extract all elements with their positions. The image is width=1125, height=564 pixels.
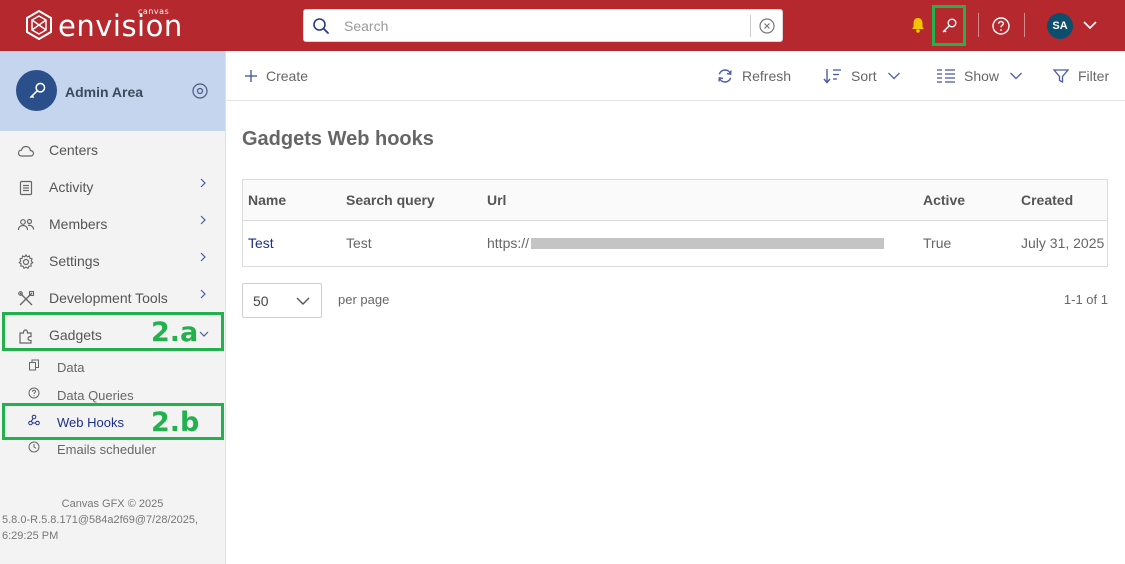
admin-key-button[interactable] — [932, 5, 966, 46]
sidebar-item-settings[interactable]: Settings — [0, 244, 225, 278]
cell-active: True — [923, 235, 952, 251]
clear-search-icon[interactable] — [758, 17, 776, 35]
page-size-value: 50 — [253, 293, 269, 309]
refresh-icon — [718, 69, 732, 83]
notifications-bell-icon[interactable] — [909, 16, 927, 34]
refresh-button[interactable]: Refresh — [716, 51, 791, 101]
header-divider — [978, 13, 979, 37]
cloud-icon — [17, 145, 35, 157]
chevron-right-icon — [200, 178, 206, 188]
show-dropdown[interactable]: Show — [936, 51, 1023, 101]
tools-icon — [18, 290, 35, 306]
envision-logo[interactable]: canvas envision — [24, 7, 184, 44]
build-time-text: 6:29:25 PM — [2, 530, 59, 542]
column-header-url[interactable]: Url — [487, 192, 506, 208]
webhooks-table: Name Search query Url Active Created Tes… — [242, 179, 1108, 267]
filter-button[interactable]: Filter — [1052, 51, 1109, 101]
top-bar: canvas envision SA — [0, 0, 1125, 51]
sidebar-item-label: Settings — [49, 253, 100, 269]
plus-icon — [245, 70, 257, 82]
create-button[interactable]: Create — [244, 51, 308, 101]
chevron-right-icon — [200, 252, 206, 262]
filter-icon — [1052, 69, 1070, 84]
chevron-right-icon — [200, 215, 206, 225]
page-title: Gadgets Web hooks — [242, 128, 434, 150]
annotation-callout-2b: 2.b — [151, 407, 200, 438]
target-icon[interactable] — [191, 82, 209, 100]
cell-search-query: Test — [346, 235, 372, 251]
sort-icon — [823, 69, 841, 84]
columns-icon — [937, 69, 955, 83]
filter-label: Filter — [1078, 68, 1110, 84]
brand-name: envision — [58, 9, 183, 43]
cell-created: July 31, 2025 — [1021, 235, 1105, 251]
refresh-label: Refresh — [742, 68, 792, 84]
search-box — [303, 9, 783, 42]
table-header: Name Search query Url Active Created — [243, 180, 1107, 221]
version-text: 5.8.0-R.5.8.171@584a2f69@7/28/2025, — [2, 514, 199, 526]
column-header-created[interactable]: Created — [1021, 192, 1073, 208]
annotation-callout-2a: 2.a — [151, 317, 199, 348]
sidebar-item-members[interactable]: Members — [0, 207, 225, 241]
help-icon[interactable] — [991, 16, 1011, 36]
search-icon — [313, 18, 329, 34]
sidebar-item-centers[interactable]: Centers — [0, 133, 225, 167]
sidebar-subitem-data[interactable]: Data — [0, 354, 225, 380]
sort-dropdown[interactable]: Sort — [823, 51, 901, 101]
chevron-down-icon — [887, 72, 900, 80]
table-row[interactable]: Test Test https:// True July 31, 2025 — [243, 221, 1107, 266]
pagination-range: 1-1 of 1 — [1063, 292, 1108, 307]
sidebar-item-development-tools[interactable]: Development Tools — [0, 281, 225, 315]
sidebar-item-label: Activity — [49, 179, 94, 195]
sidebar-item-label: Development Tools — [49, 290, 168, 306]
key-icon — [942, 18, 957, 32]
clock-icon — [28, 441, 40, 453]
question-icon — [28, 387, 40, 399]
sidebar-item-label: Members — [49, 216, 108, 232]
per-page-label: per page — [338, 292, 390, 307]
sidebar-item-activity[interactable]: Activity — [0, 170, 225, 204]
admin-area-panel: Admin Area — [0, 51, 225, 131]
admin-area-title: Admin Area — [65, 84, 144, 100]
cell-url: https:// — [487, 235, 530, 251]
search-input[interactable] — [344, 10, 744, 41]
chevron-down-icon[interactable] — [1081, 18, 1099, 32]
action-toolbar: Create Refresh Sort Show Filter — [226, 51, 1125, 101]
webhook-name-link[interactable]: Test — [248, 235, 274, 251]
logo-mark-icon — [26, 10, 52, 40]
key-icon — [29, 82, 45, 98]
column-header-active[interactable]: Active — [923, 192, 965, 208]
column-header-search-query[interactable]: Search query — [346, 192, 435, 208]
chevron-right-icon — [200, 289, 206, 299]
people-icon — [17, 218, 35, 231]
gear-icon — [18, 254, 34, 269]
user-avatar[interactable]: SA — [1047, 13, 1073, 39]
clipboard-icon — [19, 180, 33, 196]
header-divider — [1024, 13, 1025, 37]
sort-label: Sort — [851, 68, 877, 84]
sidebar-subitem-label: Data Queries — [57, 388, 134, 403]
sidebar-footer: Canvas GFX © 2025 5.8.0-R.5.8.171@584a2f… — [0, 496, 225, 544]
create-label: Create — [266, 68, 309, 84]
sidebar-subitem-label: Data — [57, 360, 85, 375]
column-header-name[interactable]: Name — [248, 192, 286, 208]
chevron-down-icon — [1010, 72, 1022, 80]
sidebar-item-label: Centers — [49, 142, 99, 158]
copy-icon — [29, 359, 39, 371]
page-size-select[interactable]: 50 — [242, 283, 322, 318]
redacted-url-bar — [531, 238, 884, 249]
show-label: Show — [964, 68, 1000, 84]
chevron-down-icon — [296, 297, 310, 305]
sidebar-subitem-label: Emails scheduler — [57, 442, 156, 457]
sidebar: Admin Area Centers Activity Members Sett… — [0, 51, 226, 564]
admin-area-avatar — [16, 70, 57, 111]
copyright-text: Canvas GFX © 2025 — [61, 498, 164, 510]
search-divider — [750, 15, 751, 37]
